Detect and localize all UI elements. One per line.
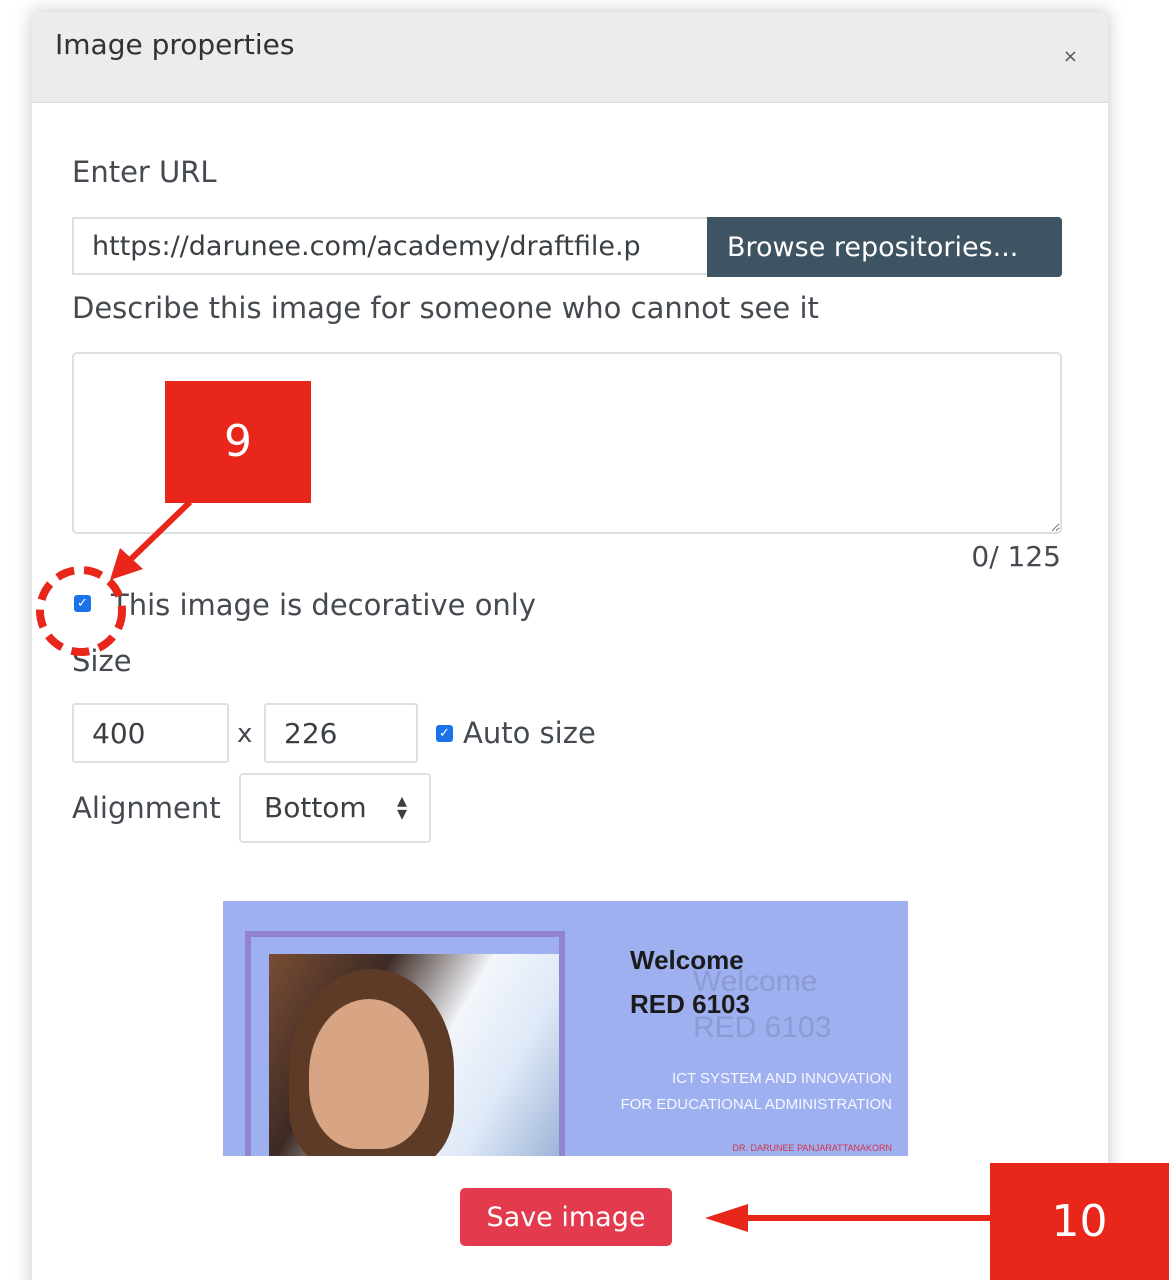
auto-size-checkbox[interactable]: ✓: [436, 725, 453, 742]
height-input[interactable]: [264, 703, 418, 763]
url-label: Enter URL: [72, 155, 217, 189]
dialog-title: Image properties: [55, 28, 295, 61]
close-icon[interactable]: ×: [1063, 46, 1078, 67]
width-input[interactable]: [72, 703, 229, 763]
select-updown-icon: ▴ ▾: [396, 788, 407, 825]
step-marker-9: 9: [165, 381, 311, 503]
course-subtitle: ICT SYSTEM AND INNOVATION FOR EDUCATIONA…: [621, 1066, 892, 1118]
dialog-header: Image properties ×: [32, 12, 1108, 103]
image-preview: Welcome RED 6103 Welcome RED 6103 ICT SY…: [223, 901, 908, 1156]
image-properties-dialog: Image properties × Enter URL Browse repo…: [32, 12, 1108, 1280]
alignment-select[interactable]: Bottom ▴ ▾: [239, 773, 431, 843]
alignment-label: Alignment: [72, 791, 221, 825]
author-credit: DR. DARUNEE PANJARATTANAKORN: [732, 1143, 892, 1153]
decorative-checkbox[interactable]: ✓: [74, 595, 91, 612]
save-image-button[interactable]: Save image: [460, 1188, 672, 1246]
portrait-face: [309, 999, 429, 1149]
size-label: Size: [72, 644, 132, 678]
auto-size-label: Auto size: [463, 716, 596, 750]
welcome-line1: Welcome: [630, 945, 744, 975]
photo-portrait: [269, 954, 559, 1156]
describe-label: Describe this image for someone who cann…: [72, 291, 819, 325]
step-marker-10: 10: [990, 1163, 1169, 1280]
url-input[interactable]: [72, 217, 708, 275]
decorative-label: This image is decorative only: [111, 588, 537, 622]
character-counter: 0/ 125: [971, 540, 1061, 573]
subtitle-line2: FOR EDUCATIONAL ADMINISTRATION: [620, 1096, 892, 1113]
welcome-text: Welcome RED 6103: [630, 938, 750, 1026]
welcome-line2: RED 6103: [630, 989, 750, 1019]
subtitle-line1: ICT SYSTEM AND INNOVATION: [671, 1070, 892, 1087]
times-separator: x: [237, 719, 253, 749]
alignment-selected-value: Bottom: [264, 791, 367, 824]
screen: Image properties × Enter URL Browse repo…: [0, 0, 1169, 1280]
browse-repositories-button[interactable]: Browse repositories...: [707, 217, 1062, 277]
